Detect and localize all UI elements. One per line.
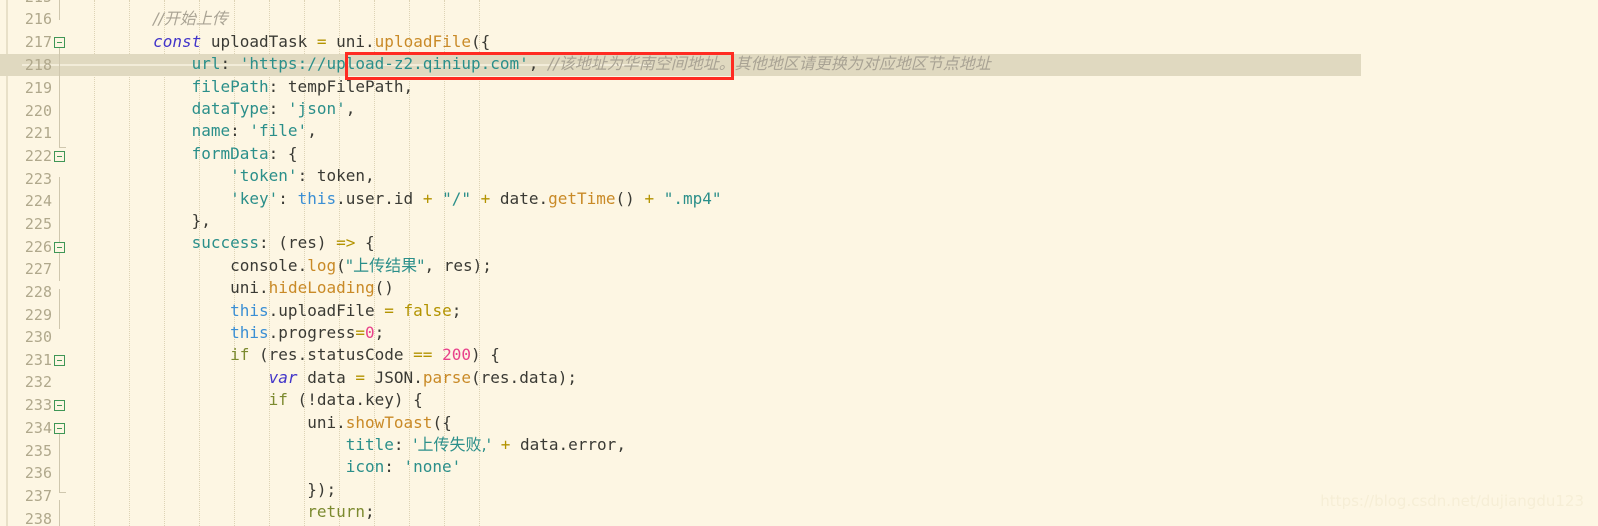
code-line[interactable]: //开始上传 xyxy=(76,8,228,30)
line-number-gutter: 215 216 217 218 219 220 221 222 223 224 xyxy=(0,0,76,526)
line-number: 219 xyxy=(24,79,52,97)
gutter-row[interactable]: 223 xyxy=(0,168,76,190)
code-line[interactable]: if (res.statusCode == 200) { xyxy=(76,344,500,366)
code-line[interactable]: }); xyxy=(76,479,336,501)
fold-toggle-icon[interactable] xyxy=(54,37,65,48)
line-number: 231 xyxy=(24,351,52,369)
line-number: 218 xyxy=(24,56,52,74)
line-number: 233 xyxy=(24,396,52,414)
gutter-row[interactable]: 222 xyxy=(0,145,76,167)
code-line[interactable]: formData: { xyxy=(76,143,298,165)
gutter-row[interactable]: 220 xyxy=(0,100,76,122)
code-line[interactable]: icon: 'none' xyxy=(76,456,462,478)
code-line[interactable]: dataType: 'json', xyxy=(76,98,356,120)
code-line[interactable]: return; xyxy=(76,501,374,523)
code-line[interactable]: filePath: tempFilePath, xyxy=(76,76,414,98)
code-line[interactable]: }, xyxy=(76,210,211,232)
gutter-row[interactable]: 233 xyxy=(0,394,76,416)
gutter-row[interactable]: 228 xyxy=(0,281,76,303)
line-number: 225 xyxy=(24,215,52,233)
gutter-row[interactable]: 226 xyxy=(0,236,76,258)
gutter-row[interactable]: 237 xyxy=(0,485,76,507)
gutter-row[interactable]: 229 xyxy=(0,304,76,326)
line-number: 220 xyxy=(24,102,52,120)
gutter-row[interactable]: 238 xyxy=(0,508,76,526)
line-number: 223 xyxy=(24,170,52,188)
line-number: 227 xyxy=(24,260,52,278)
line-number: 232 xyxy=(24,373,52,391)
code-line[interactable]: const uploadTask = uni.uploadFile({ xyxy=(76,31,490,53)
code-line[interactable]: name: 'file', xyxy=(76,120,317,142)
code-editor: 215 216 217 218 219 220 221 222 223 224 xyxy=(0,0,1598,526)
code-line[interactable]: this.progress=0; xyxy=(76,322,384,344)
code-line[interactable]: title: '上传失败,' + data.error, xyxy=(76,434,626,456)
line-number: 230 xyxy=(24,328,52,346)
line-number: 237 xyxy=(24,487,52,505)
code-line[interactable]: uni.hideLoading() xyxy=(76,277,394,299)
code-line[interactable]: success: (res) => { xyxy=(76,232,375,254)
fold-toggle-icon[interactable] xyxy=(54,242,65,253)
code-line[interactable]: if (!data.key) { xyxy=(76,389,423,411)
gutter-row[interactable]: 227 xyxy=(0,258,76,280)
line-number: 221 xyxy=(24,124,52,142)
code-line[interactable]: var data = JSON.parse(res.data); xyxy=(76,367,577,389)
fold-toggle-icon[interactable] xyxy=(54,423,65,434)
fold-toggle-icon[interactable] xyxy=(54,151,65,162)
line-number: 235 xyxy=(24,442,52,460)
gutter-row[interactable]: 216 xyxy=(0,8,76,30)
line-number: 234 xyxy=(24,419,52,437)
gutter-row[interactable]: 221 xyxy=(0,122,76,144)
line-number: 229 xyxy=(24,306,52,324)
gutter-row[interactable]: 218 xyxy=(0,54,76,76)
gutter-row[interactable]: 236 xyxy=(0,462,76,484)
code-line[interactable]: 'key': this.user.id + "/" + date.getTime… xyxy=(76,188,721,210)
gutter-row[interactable]: 217 xyxy=(0,31,76,53)
code-line[interactable]: 'token': token, xyxy=(76,165,375,187)
watermark-text: https://blog.csdn.net/dujiangdu123 xyxy=(1320,491,1584,510)
gutter-row[interactable]: 231 xyxy=(0,349,76,371)
gutter-row[interactable]: 230 xyxy=(0,326,76,348)
line-number: 236 xyxy=(24,464,52,482)
gutter-row[interactable]: 219 xyxy=(0,77,76,99)
code-line[interactable]: console.log("上传结果", res); xyxy=(76,255,492,277)
line-number: 224 xyxy=(24,192,52,210)
gutter-row[interactable]: 224 xyxy=(0,190,76,212)
fold-toggle-icon[interactable] xyxy=(54,400,65,411)
line-number: 216 xyxy=(24,10,52,28)
gutter-row[interactable]: 235 xyxy=(0,440,76,462)
gutter-row[interactable]: 232 xyxy=(0,371,76,393)
code-line[interactable]: this.uploadFile = false; xyxy=(76,300,461,322)
line-number: 228 xyxy=(24,283,52,301)
fold-toggle-icon[interactable] xyxy=(54,355,65,366)
line-number: 222 xyxy=(24,147,52,165)
line-number: 226 xyxy=(24,238,52,256)
code-line[interactable]: uni.showToast({ xyxy=(76,412,452,434)
code-line[interactable]: url: 'https://upload-z2.qiniup.com', //该… xyxy=(76,53,991,75)
gutter-row[interactable]: 234 xyxy=(0,417,76,439)
gutter-row[interactable]: 225 xyxy=(0,213,76,235)
line-number: 238 xyxy=(24,510,52,526)
line-number: 217 xyxy=(24,33,52,51)
